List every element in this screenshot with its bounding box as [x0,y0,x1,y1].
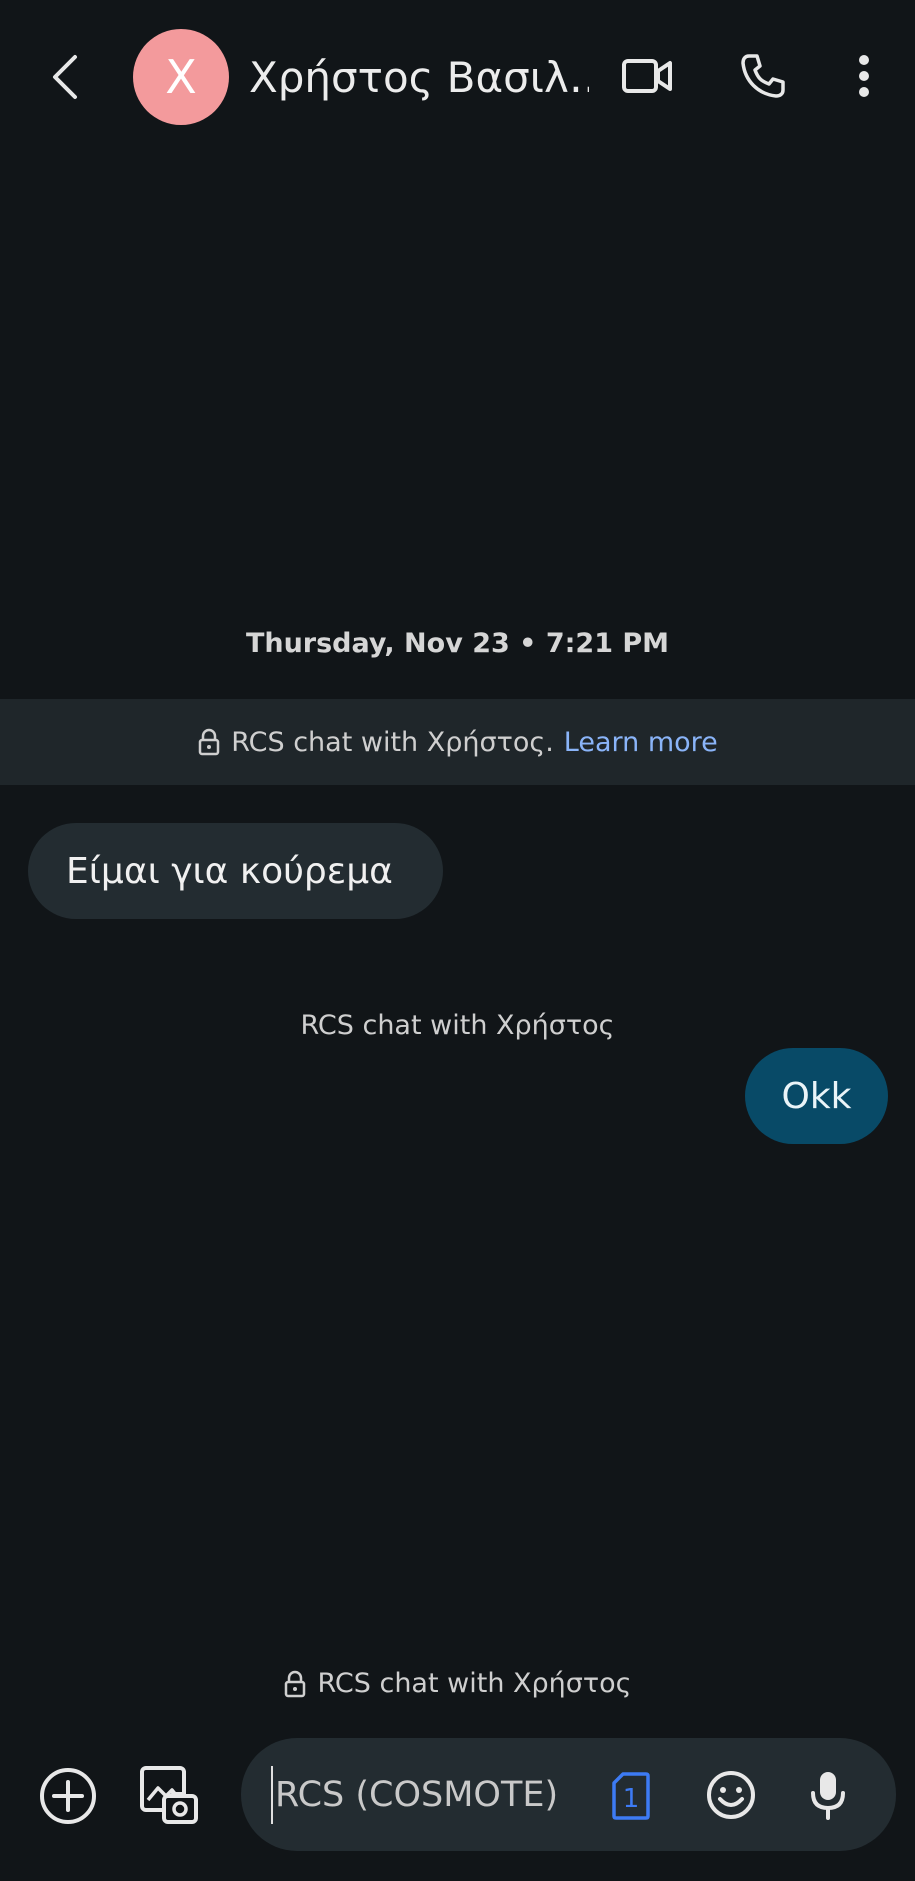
voice-input-button[interactable] [797,1764,859,1826]
rcs-compose-indicator: RCS chat with Χρήστος [0,1668,915,1699]
more-options-button[interactable] [832,44,896,108]
gallery-button[interactable] [136,1762,202,1828]
message-input[interactable] [271,1766,591,1824]
gallery-icon [140,1766,198,1824]
add-attachment-button[interactable] [36,1764,100,1828]
back-button[interactable] [36,45,92,109]
sim-number: 1 [623,1784,640,1814]
phone-call-button[interactable] [731,44,795,108]
sim-icon: 1 [612,1772,650,1820]
rcs-banner: RCS chat with Χρήστος. Learn more [0,699,915,785]
rcs-banner-text: RCS chat with Χρήστος. [231,726,554,758]
emoji-button[interactable] [700,1764,762,1826]
emoji-icon [707,1771,755,1819]
mic-icon [811,1772,845,1820]
learn-more-link[interactable]: Learn more [564,727,718,758]
add-circle-icon [40,1768,96,1824]
incoming-message[interactable]: Είμαι για κούρεμα [28,823,443,919]
video-call-button[interactable] [615,44,679,108]
lock-icon [283,1670,307,1698]
phone-icon [741,54,785,98]
rcs-compose-text: RCS chat with Χρήστος [317,1668,632,1699]
more-vert-icon [859,55,869,97]
avatar[interactable]: X [133,29,229,125]
date-timestamp: Thursday, Nov 23 • 7:21 PM [245,628,670,659]
compose-field: 1 [241,1738,896,1851]
lock-icon [197,728,221,756]
contact-name[interactable]: Χρήστος Βασιλ… [249,48,589,108]
sim-select-button[interactable]: 1 [606,1768,656,1824]
back-arrow-icon [53,55,77,99]
conversation-header: X Χρήστος Βασιλ… [0,0,915,150]
messages-screen: X Χρήστος Βασιλ… Thursday, Nov 23 • 7:21… [0,0,915,1881]
video-call-icon [622,59,672,93]
outgoing-message[interactable]: Okk [745,1048,888,1144]
rcs-status-note: RCS chat with Χρήστος [300,1010,615,1041]
